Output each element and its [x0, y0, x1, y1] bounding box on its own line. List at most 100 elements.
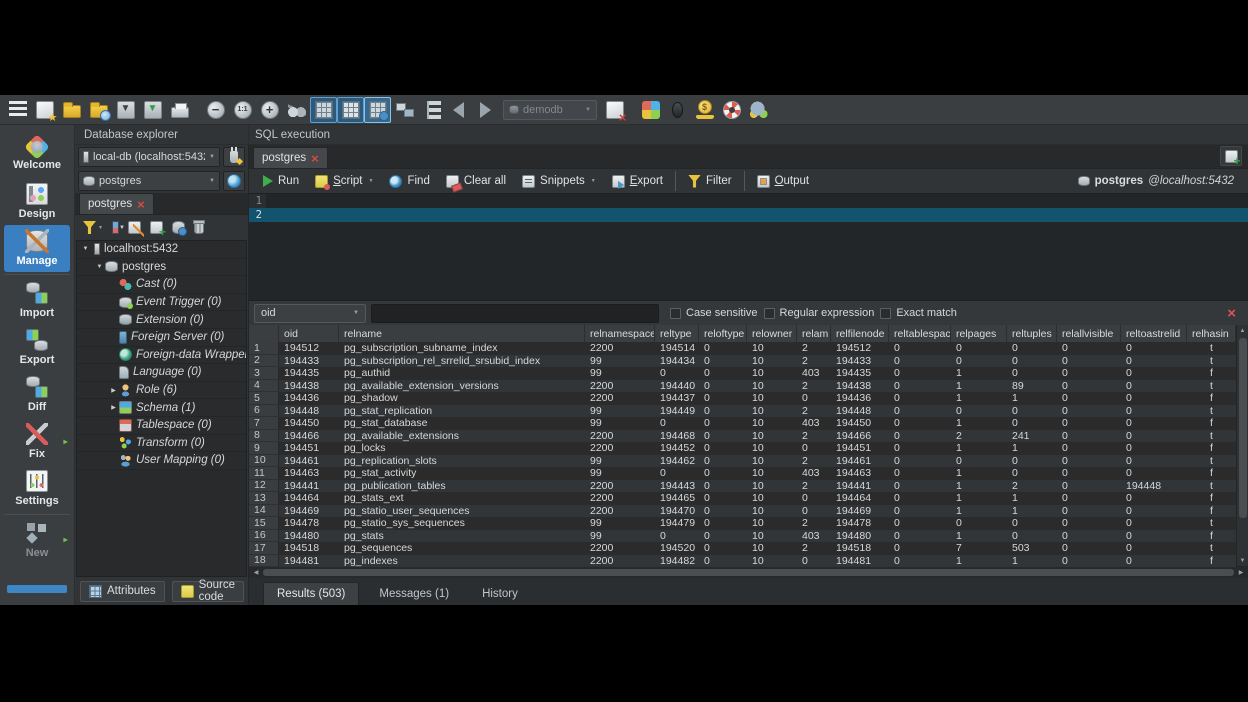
- grid-cell[interactable]: 99: [585, 455, 655, 468]
- grid-cell[interactable]: 194481: [831, 555, 889, 568]
- grid-cell[interactable]: 0: [1057, 417, 1121, 430]
- grid-cell[interactable]: f: [1187, 467, 1236, 480]
- grid-cell[interactable]: 0: [889, 380, 951, 393]
- delete-object-button[interactable]: [194, 222, 204, 234]
- grid-cell[interactable]: 2: [1007, 480, 1057, 493]
- grid-cell[interactable]: 0: [1121, 430, 1187, 443]
- grid-cell[interactable]: 0: [951, 342, 1007, 355]
- grid-row-number[interactable]: 17: [249, 542, 279, 555]
- grid-cell[interactable]: 0: [655, 417, 699, 430]
- grid-row[interactable]: 13194464pg_stats_ext22001944650100194464…: [249, 492, 1236, 505]
- grid-cell[interactable]: 0: [889, 455, 951, 468]
- script-button[interactable]: Script: [307, 171, 381, 191]
- grid-cell[interactable]: 0: [1121, 417, 1187, 430]
- grid-header-cell[interactable]: oid: [279, 325, 339, 342]
- grid-cell[interactable]: 0: [1121, 455, 1187, 468]
- grid-row-number[interactable]: 2: [249, 355, 279, 368]
- checkbox[interactable]: [880, 308, 891, 319]
- sidebar-item-diff[interactable]: Diff: [4, 371, 70, 418]
- grid-cell[interactable]: 503: [1007, 542, 1057, 555]
- grid-cell[interactable]: 194464: [831, 492, 889, 505]
- grid-cell[interactable]: 194512: [279, 342, 339, 355]
- grid-cell[interactable]: 2200: [585, 492, 655, 505]
- grid-cell[interactable]: t: [1187, 455, 1236, 468]
- grid-cell[interactable]: 1: [951, 480, 1007, 493]
- grid-cell[interactable]: 10: [747, 355, 797, 368]
- grid-row-number[interactable]: 10: [249, 455, 279, 468]
- grid-row-number[interactable]: 4: [249, 380, 279, 393]
- filter-input[interactable]: [371, 304, 659, 323]
- grid-row[interactable]: 2194433pg_subscription_rel_srrelid_srsub…: [249, 355, 1236, 368]
- sidebar-item-export[interactable]: Export: [4, 324, 70, 371]
- grid-cell[interactable]: 1: [1007, 505, 1057, 518]
- grid-cell[interactable]: 0: [699, 455, 747, 468]
- grid-cell[interactable]: 0: [889, 480, 951, 493]
- grid-cell[interactable]: 0: [1121, 367, 1187, 380]
- tree-item-transform[interactable]: Transform (0): [77, 435, 246, 453]
- vertical-scrollbar[interactable]: ▲ ▼: [1236, 325, 1248, 566]
- grid-cell[interactable]: 194436: [279, 392, 339, 405]
- grid-cell[interactable]: 0: [1121, 355, 1187, 368]
- grid-cell[interactable]: 99: [585, 367, 655, 380]
- grid-cell[interactable]: 0: [889, 392, 951, 405]
- grid-row-number[interactable]: 3: [249, 367, 279, 380]
- grid-row[interactable]: 7194450pg_stat_database99001040319445001…: [249, 417, 1236, 430]
- grid-cell[interactable]: 403: [797, 417, 831, 430]
- grid-row[interactable]: 17194518pg_sequences22001945200102194518…: [249, 542, 1236, 555]
- grid-cell[interactable]: 2200: [585, 430, 655, 443]
- regular-expression-checkbox[interactable]: Regular expression: [764, 307, 875, 319]
- grid-cell[interactable]: 10: [747, 417, 797, 430]
- clear-all-button[interactable]: Clear all: [438, 171, 514, 191]
- grid-cell[interactable]: 0: [1121, 530, 1187, 543]
- grid-cell[interactable]: 0: [1121, 555, 1187, 568]
- grid-cell[interactable]: 0: [1007, 455, 1057, 468]
- grid-cell[interactable]: 194480: [831, 530, 889, 543]
- grid-cell[interactable]: 10: [747, 342, 797, 355]
- grid-cell[interactable]: f: [1187, 492, 1236, 505]
- run-button[interactable]: Run: [255, 171, 307, 191]
- grid-cell[interactable]: 194462: [655, 455, 699, 468]
- grid-cell[interactable]: t: [1187, 405, 1236, 418]
- grid-header-cell[interactable]: relfilenode: [831, 325, 889, 342]
- grid-cell[interactable]: 194438: [279, 380, 339, 393]
- grid-cell[interactable]: 99: [585, 355, 655, 368]
- grid-header-cell[interactable]: reltuples: [1007, 325, 1057, 342]
- grid-cell[interactable]: f: [1187, 367, 1236, 380]
- grid-cell[interactable]: 2: [951, 430, 1007, 443]
- grid-cell[interactable]: t: [1187, 430, 1236, 443]
- tab-source-code[interactable]: Source code: [172, 581, 244, 602]
- tab-attributes[interactable]: Attributes: [80, 581, 165, 602]
- grid-header-cell[interactable]: relam: [797, 325, 831, 342]
- grid-cell[interactable]: 0: [1007, 417, 1057, 430]
- grid-row[interactable]: 10194461pg_replication_slots991944620102…: [249, 455, 1236, 468]
- grid-cell[interactable]: 0: [1121, 467, 1187, 480]
- tree-item-database[interactable]: ▼ postgres: [77, 259, 246, 277]
- grid-cell[interactable]: 1: [951, 367, 1007, 380]
- grid-cell[interactable]: 403: [797, 530, 831, 543]
- grid-cell[interactable]: 10: [747, 517, 797, 530]
- duplicate-object-button[interactable]: [172, 221, 185, 234]
- grid-cell[interactable]: 0: [699, 530, 747, 543]
- grid-cell[interactable]: 2200: [585, 342, 655, 355]
- grid-header-cell[interactable]: reltoastrelid: [1121, 325, 1187, 342]
- find-button[interactable]: Find: [381, 171, 437, 191]
- grid-cell[interactable]: 0: [699, 405, 747, 418]
- grid-cell[interactable]: 194437: [655, 392, 699, 405]
- grid-cell[interactable]: 194479: [655, 517, 699, 530]
- tree-item-foreign-server[interactable]: Foreign Server (0): [77, 329, 246, 347]
- grid-cell[interactable]: 0: [1007, 355, 1057, 368]
- grid-cell[interactable]: 0: [889, 430, 951, 443]
- grid-cell[interactable]: 0: [1057, 392, 1121, 405]
- grid-cell[interactable]: 0: [951, 455, 1007, 468]
- grid-row-number[interactable]: 18: [249, 555, 279, 568]
- expand-arrow-icon[interactable]: ▶: [108, 387, 119, 394]
- grid-cell[interactable]: 194463: [279, 467, 339, 480]
- grid-cell[interactable]: 0: [1121, 542, 1187, 555]
- scroll-left-icon[interactable]: ◀: [251, 569, 261, 576]
- grid-cell[interactable]: 194514: [655, 342, 699, 355]
- grid-cell[interactable]: 0: [797, 505, 831, 518]
- grid-cell[interactable]: 0: [1121, 405, 1187, 418]
- grid-row-number[interactable]: 9: [249, 442, 279, 455]
- grid-header-cell[interactable]: relpages: [951, 325, 1007, 342]
- grid-cell[interactable]: pg_indexes: [339, 555, 585, 568]
